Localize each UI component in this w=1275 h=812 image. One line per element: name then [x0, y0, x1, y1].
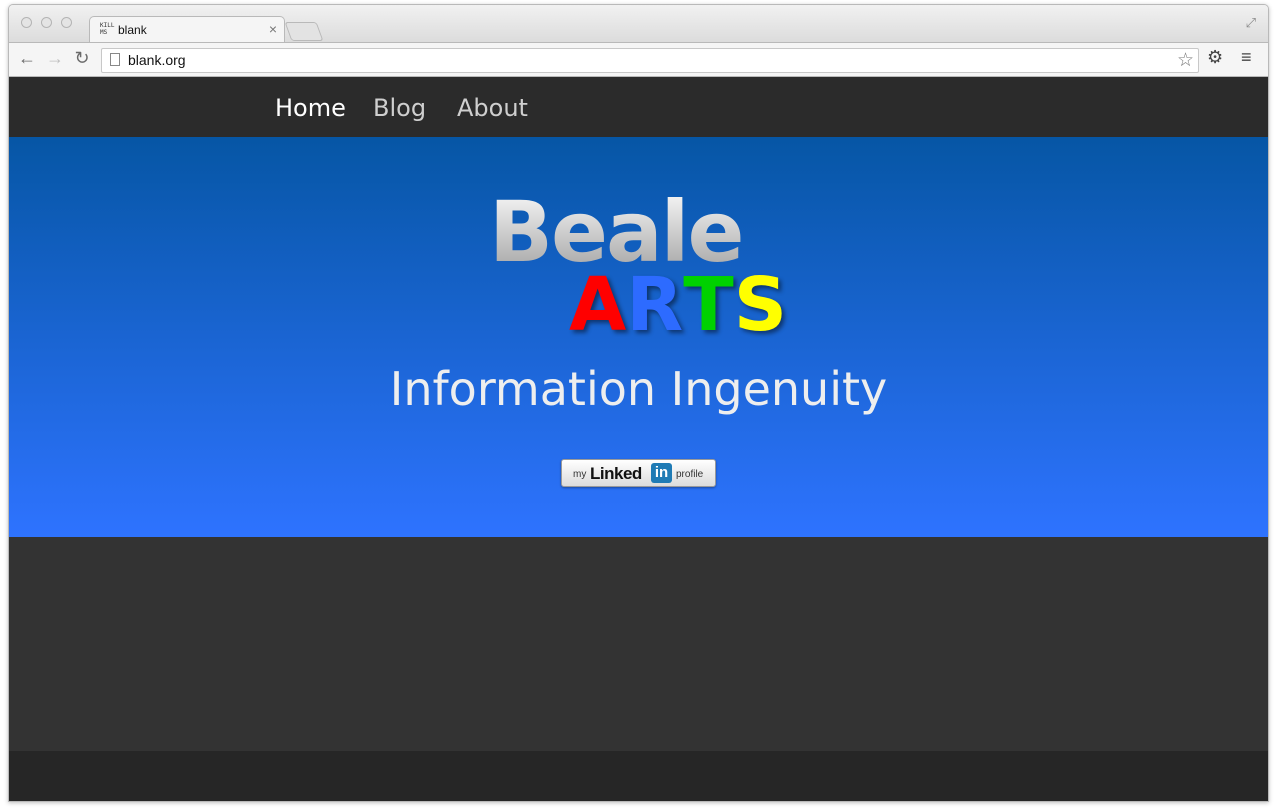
- logo-arts-letter-s: S: [733, 262, 788, 348]
- site-footer: [9, 751, 1268, 801]
- logo-arts: ARTS: [569, 262, 787, 348]
- linkedin-profile-button[interactable]: my Linked in profile: [561, 459, 716, 487]
- page-icon: [110, 53, 120, 66]
- close-window-button[interactable]: [21, 17, 32, 28]
- linkedin-suffix: profile: [676, 469, 704, 480]
- zoom-window-button[interactable]: [61, 17, 72, 28]
- linkedin-prefix: my: [573, 469, 587, 480]
- nav-blog-link[interactable]: Blog: [373, 94, 426, 122]
- menu-hamburger-icon[interactable]: ≡: [1241, 47, 1252, 68]
- new-tab-button[interactable]: [284, 22, 324, 41]
- hero-tagline: Information Ingenuity: [389, 362, 888, 416]
- reload-icon[interactable]: ↻: [72, 48, 92, 69]
- web-page: Home Blog About Beale ARTS Information I…: [9, 77, 1268, 801]
- tab-close-icon[interactable]: ×: [266, 21, 280, 37]
- minimize-window-button[interactable]: [41, 17, 52, 28]
- tab-title: blank: [118, 23, 147, 37]
- fullscreen-icon[interactable]: ⤢: [1246, 15, 1256, 31]
- logo-arts-letter-r: R: [626, 262, 684, 348]
- address-bar[interactable]: blank.org ☆: [101, 48, 1199, 73]
- site-navbar: Home Blog About: [9, 77, 1268, 137]
- linkedin-in-icon: in: [651, 463, 672, 483]
- hero-section: Beale ARTS Information Ingenuity my Link…: [9, 137, 1268, 537]
- forward-arrow-icon[interactable]: →: [45, 48, 65, 69]
- browser-tab[interactable]: KILL MS blank ×: [89, 16, 285, 43]
- nav-home-link[interactable]: Home: [275, 94, 346, 122]
- url-text[interactable]: blank.org: [128, 52, 186, 68]
- linkedin-wordmark: Linked: [590, 464, 642, 483]
- tab-favicon: KILL MS: [100, 22, 115, 36]
- bookmark-star-icon[interactable]: ☆: [1177, 49, 1194, 72]
- back-arrow-icon[interactable]: ←: [17, 48, 37, 69]
- settings-gear-icon[interactable]: ⚙: [1207, 47, 1223, 68]
- logo-arts-letter-t: T: [683, 262, 734, 348]
- browser-toolbar: ← → ↻ blank.org ☆ ⚙ ≡: [9, 42, 1268, 77]
- nav-about-link[interactable]: About: [457, 94, 528, 122]
- title-bar: KILL MS blank × ⤢: [9, 5, 1268, 43]
- browser-window: KILL MS blank × ⤢ ← → ↻ blank.org ☆ ⚙ ≡ …: [8, 4, 1269, 802]
- logo-arts-letter-a: A: [569, 262, 627, 348]
